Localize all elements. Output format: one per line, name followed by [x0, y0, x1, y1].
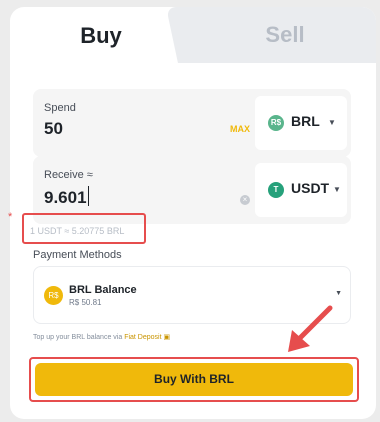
- brl-coin-icon: R$: [268, 115, 284, 131]
- spend-label: Spend: [44, 102, 76, 114]
- deposit-icon: ▣: [163, 334, 171, 341]
- usdt-coin-icon: T: [268, 182, 284, 198]
- text-cursor: [87, 186, 89, 206]
- tab-buy[interactable]: Buy: [10, 7, 192, 65]
- spend-currency-select[interactable]: R$ BRL ▼: [255, 96, 347, 150]
- spend-currency-code: BRL: [291, 113, 320, 129]
- annotation-asterisk: *: [8, 211, 13, 223]
- exchange-rate: 1 USDT ≈ 5.20775 BRL: [30, 226, 125, 236]
- payment-methods-label: Payment Methods: [33, 249, 122, 261]
- chevron-down-icon: ▼: [328, 118, 336, 127]
- chevron-down-icon: ▼: [333, 185, 341, 194]
- wallet-icon: R$: [44, 286, 63, 305]
- buy-button-highlight: Buy With BRL: [29, 357, 359, 402]
- fiat-deposit-link[interactable]: Fiat Deposit: [124, 334, 161, 341]
- buy-with-brl-button[interactable]: Buy With BRL: [35, 363, 353, 396]
- clear-icon[interactable]: ×: [240, 195, 250, 205]
- receive-label: Receive ≈: [44, 169, 93, 181]
- tab-sell[interactable]: Sell: [200, 7, 370, 63]
- max-button[interactable]: MAX: [230, 124, 250, 134]
- receive-currency-select[interactable]: T USDT ▼: [255, 163, 347, 217]
- payment-method-name: BRL Balance: [69, 284, 137, 296]
- spend-amount-input[interactable]: 50: [44, 119, 63, 139]
- receive-amount-input[interactable]: 9.601: [44, 186, 89, 208]
- pointer-arrow-icon: [288, 305, 333, 352]
- spend-field[interactable]: Spend 50 MAX R$ BRL ▼: [33, 89, 351, 157]
- chevron-down-icon: ▼: [335, 290, 342, 297]
- receive-currency-code: USDT: [291, 180, 330, 196]
- payment-method-balance: R$ 50.81: [69, 298, 102, 307]
- topup-text: Top up your BRL balance via: [33, 334, 125, 341]
- topup-note: Top up your BRL balance via Fiat Deposit…: [33, 333, 170, 341]
